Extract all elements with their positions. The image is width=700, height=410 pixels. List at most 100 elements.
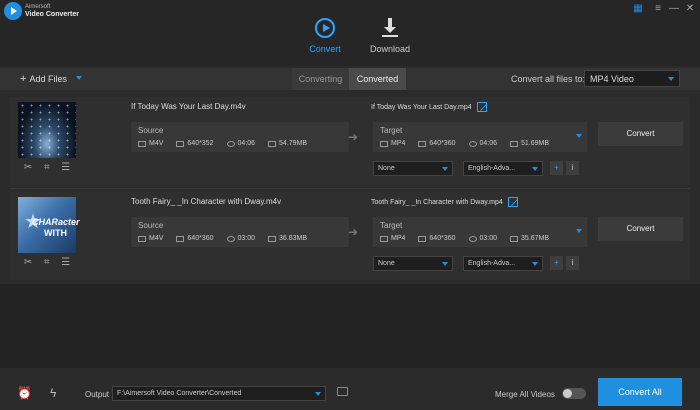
tab-converting[interactable]: Converting <box>292 68 349 90</box>
clock-icon <box>468 235 477 242</box>
target-title: Target <box>380 126 403 135</box>
convert-all-label: Convert all files to: <box>511 74 586 84</box>
arrow-right-icon: ➜ <box>348 130 359 144</box>
chevron-down-icon <box>532 262 538 266</box>
minimize-icon[interactable]: — <box>668 3 680 14</box>
output-path-value: F:\Aimersoft Video Converter\Converted <box>117 390 242 397</box>
chevron-down-icon <box>442 167 448 171</box>
info-icon[interactable]: i <box>566 161 579 175</box>
audio-track-select[interactable]: English-Adva... <box>463 256 543 271</box>
target-title: Target <box>380 221 403 230</box>
convert-button[interactable]: Convert <box>598 217 683 241</box>
add-files-dropdown-icon[interactable] <box>76 76 82 80</box>
film-icon <box>380 140 388 147</box>
output-path-select[interactable]: F:\Aimersoft Video Converter\Converted <box>112 386 326 401</box>
source-file-name: If Today Was Your Last Day.m4v <box>131 102 246 111</box>
target-resolution: 640*360 <box>429 235 456 242</box>
clock-icon <box>468 140 477 147</box>
target-format: MP4 <box>391 140 406 147</box>
info-icon[interactable]: i <box>566 256 579 270</box>
file-row: ✂ ⌗ ☰ If Today Was Your Last Day.m4v Sou… <box>10 97 690 185</box>
empty-list-area <box>0 284 700 368</box>
chevron-down-icon[interactable] <box>576 134 582 138</box>
brand-line2: Video Converter <box>25 11 79 18</box>
edit-tools: ✂ ⌗ ☰ <box>18 257 76 268</box>
scissors-icon[interactable]: ✂ <box>24 162 32 173</box>
scissors-icon[interactable]: ✂ <box>24 257 32 268</box>
app-brand: Aimersoft Video Converter <box>25 3 79 19</box>
download-mode-label: Download <box>369 44 411 54</box>
folder-icon <box>510 235 519 242</box>
row-divider <box>10 188 690 189</box>
convert-mode-tab[interactable]: Convert <box>295 18 355 54</box>
edit-icon[interactable] <box>507 197 518 207</box>
source-resolution: 640*352 <box>187 140 214 147</box>
edit-icon[interactable] <box>476 102 487 112</box>
target-size: 51.69MB <box>521 140 550 147</box>
source-file-name: Tooth Fairy_ _In Character with Dway.m4v <box>131 197 282 206</box>
menu-icon[interactable]: ≡ <box>652 3 664 14</box>
folder-icon <box>268 235 277 242</box>
convert-button[interactable]: Convert <box>598 122 683 146</box>
alarm-icon[interactable]: ⏰ <box>17 386 32 400</box>
video-thumbnail[interactable]: ★ CHARacter WITH <box>18 197 80 253</box>
edit-tools: ✂ ⌗ ☰ <box>18 162 76 173</box>
add-files-button[interactable]: + Add Files <box>20 73 82 85</box>
convert-all-button[interactable]: Convert All <box>598 378 682 406</box>
add-subtitle-icon[interactable]: + <box>550 161 563 175</box>
source-format: M4V <box>149 235 164 242</box>
lightning-icon[interactable]: ϟ <box>50 386 56 400</box>
tab-converted[interactable]: Converted <box>349 68 406 90</box>
subtitle-select[interactable]: None <box>373 161 453 176</box>
subtitle-value: None <box>378 165 395 172</box>
subtitle-value: None <box>378 260 395 267</box>
target-duration: 04:06 <box>479 140 498 147</box>
target-info-box[interactable]: Target MP4 640*360 03:00 35.67MB <box>373 217 587 247</box>
thumbnail-text-line1: CHARacter <box>32 217 80 227</box>
source-duration: 04:06 <box>237 140 256 147</box>
app-logo-icon <box>4 2 22 20</box>
target-info-box[interactable]: Target MP4 640*360 04:06 51.69MB <box>373 122 587 152</box>
merge-all-videos-toggle[interactable] <box>562 388 586 399</box>
target-file-name-row: If Today Was Your Last Day.mp4 <box>371 102 487 112</box>
plus-icon: + <box>20 73 27 85</box>
effects-icon[interactable]: ☰ <box>61 162 70 173</box>
video-thumbnail[interactable] <box>18 102 76 158</box>
clock-icon <box>226 235 235 242</box>
crop-icon[interactable]: ⌗ <box>44 257 50 268</box>
target-size: 35.67MB <box>521 235 550 242</box>
audio-track-select[interactable]: English-Adva... <box>463 161 543 176</box>
add-files-label: Add Files <box>29 74 67 84</box>
bottom-bar: ⏰ ϟ Output F:\Aimersoft Video Converter\… <box>0 372 700 410</box>
audio-track-value: English-Adva... <box>468 260 516 267</box>
source-title: Source <box>138 221 164 230</box>
convert-all-format-select[interactable]: MP4 Video <box>584 70 680 87</box>
chevron-down-icon <box>442 262 448 266</box>
add-subtitle-icon[interactable]: + <box>550 256 563 270</box>
folder-icon <box>268 140 277 147</box>
source-info-box: Source M4V 640*360 03:00 36.83MB <box>131 217 349 247</box>
film-icon <box>380 235 388 242</box>
subtitle-select[interactable]: None <box>373 256 453 271</box>
convert-mode-label: Convert <box>309 44 341 54</box>
source-resolution: 640*360 <box>187 235 214 242</box>
folder-open-icon[interactable] <box>337 387 348 396</box>
gift-icon[interactable]: ▦ <box>632 3 644 14</box>
target-resolution: 640*360 <box>429 140 456 147</box>
merge-all-videos-label: Merge All Videos <box>495 390 555 399</box>
crop-icon[interactable]: ⌗ <box>44 162 50 173</box>
source-format: M4V <box>149 140 164 147</box>
effects-icon[interactable]: ☰ <box>61 257 70 268</box>
clock-icon <box>226 140 235 147</box>
chevron-down-icon <box>532 167 538 171</box>
close-icon[interactable]: ✕ <box>684 3 696 14</box>
film-icon <box>138 140 146 147</box>
resolution-icon <box>418 140 427 147</box>
thumbnail-text-line2: WITH <box>44 228 67 238</box>
target-duration: 03:00 <box>479 235 498 242</box>
arrow-right-icon: ➜ <box>348 225 359 239</box>
resolution-icon <box>176 140 185 147</box>
chevron-down-icon <box>668 77 674 81</box>
chevron-down-icon[interactable] <box>576 229 582 233</box>
download-mode-tab[interactable]: Download <box>360 18 420 54</box>
